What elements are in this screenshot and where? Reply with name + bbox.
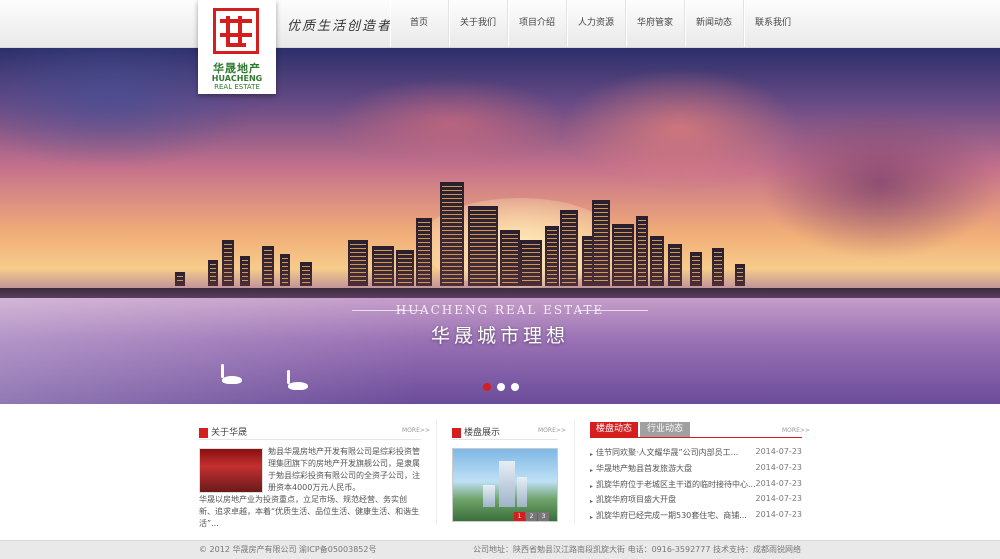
news-item[interactable]: ▸ 凯旋华府已经完成一期530套住宅、商铺... 2014-07-23: [590, 510, 802, 526]
news-item[interactable]: ▸ 华晟地产勉县首发旅游大盘 2014-07-23: [590, 463, 802, 479]
tab-industry-news[interactable]: 行业动态: [640, 422, 690, 437]
nav-butler[interactable]: 华府管家: [625, 0, 684, 47]
section-mark-icon: [452, 427, 461, 438]
slider-dot-1[interactable]: [483, 383, 491, 391]
nav-home[interactable]: 首页: [390, 0, 448, 47]
property-pager: 1 2 3: [514, 512, 549, 521]
nav-about[interactable]: 关于我们: [448, 0, 507, 47]
slider-dot-3[interactable]: [511, 383, 519, 391]
main-nav: 首页 关于我们 项目介绍 人力资源 华府管家 新闻动态 联系我们: [390, 0, 802, 47]
slider-dot-2[interactable]: [497, 383, 505, 391]
footer-copyright: © 2012 华晟房产有限公司 渝ICP备05003852号: [199, 545, 377, 554]
swan-icon: [288, 382, 308, 390]
section-mark-icon: [199, 427, 208, 438]
logo-text-en: HUACHENG: [211, 74, 263, 83]
banner-title-en: HUACHENG REAL ESTATE: [395, 303, 605, 317]
logo[interactable]: 华晟地产 HUACHENG REAL ESTATE: [198, 0, 276, 94]
nav-contact[interactable]: 联系我们: [743, 0, 802, 47]
about-section-title: 关于华晟: [199, 425, 247, 438]
about-photo: [199, 448, 263, 493]
nav-news[interactable]: 新闻动态: [684, 0, 743, 47]
nav-hr[interactable]: 人力资源: [566, 0, 625, 47]
news-item[interactable]: ▸ 凯旋华府位于老城区主干道的临时接待中心... 2014-07-23: [590, 479, 802, 495]
news-item[interactable]: ▸ 凯旋华府项目盛大开盘 2014-07-23: [590, 494, 802, 510]
about-text: 勉县华晟房地产开发有限公司是综彩投资管理集团旗下的房地产开发旗舰公司，是隶属于勉…: [268, 447, 420, 492]
pager-1[interactable]: 1: [514, 512, 525, 521]
shoreline: [0, 288, 1000, 298]
swan-icon: [222, 376, 242, 384]
news-more-link[interactable]: MORE>>: [782, 427, 810, 434]
showcase-more-link[interactable]: MORE>>: [538, 427, 566, 434]
news-item[interactable]: ▸ 佳节同欢聚·人文耀华晟”公司内部员工... 2014-07-23: [590, 447, 802, 463]
about-text-more: 华晟以房地产业为投资重点，立足市场、规范经营、务实创新、追求卓越，本着“优质生活…: [199, 495, 420, 528]
footer-contact: 公司地址：陕西省勉县汉江路南段凯旋大街 电话：0916-3592777 技术支持…: [473, 545, 801, 554]
logo-text-en-sub: REAL ESTATE: [214, 83, 260, 91]
hero-banner[interactable]: HUACHENG REAL ESTATE 华晟城市理想: [0, 48, 1000, 404]
about-more-link[interactable]: MORE>>: [402, 427, 430, 434]
pager-3[interactable]: 3: [538, 512, 549, 521]
property-photo[interactable]: [452, 448, 558, 522]
showcase-section-title: 楼盘展示: [452, 425, 500, 438]
tab-property-news[interactable]: 楼盘动态: [590, 422, 638, 437]
nav-projects[interactable]: 项目介绍: [507, 0, 566, 47]
logo-mark-icon: [213, 8, 259, 54]
slider-dots: [483, 383, 519, 391]
slogan: 优质生活创造者: [287, 19, 393, 34]
banner-title-cn: 华晟城市理想: [430, 325, 569, 347]
header: 优质生活创造者 首页 关于我们 项目介绍 人力资源 华府管家 新闻动态 联系我们: [0, 0, 1000, 48]
footer: © 2012 华晟房产有限公司 渝ICP备05003852号 公司地址：陕西省勉…: [0, 540, 1000, 559]
pager-2[interactable]: 2: [526, 512, 537, 521]
